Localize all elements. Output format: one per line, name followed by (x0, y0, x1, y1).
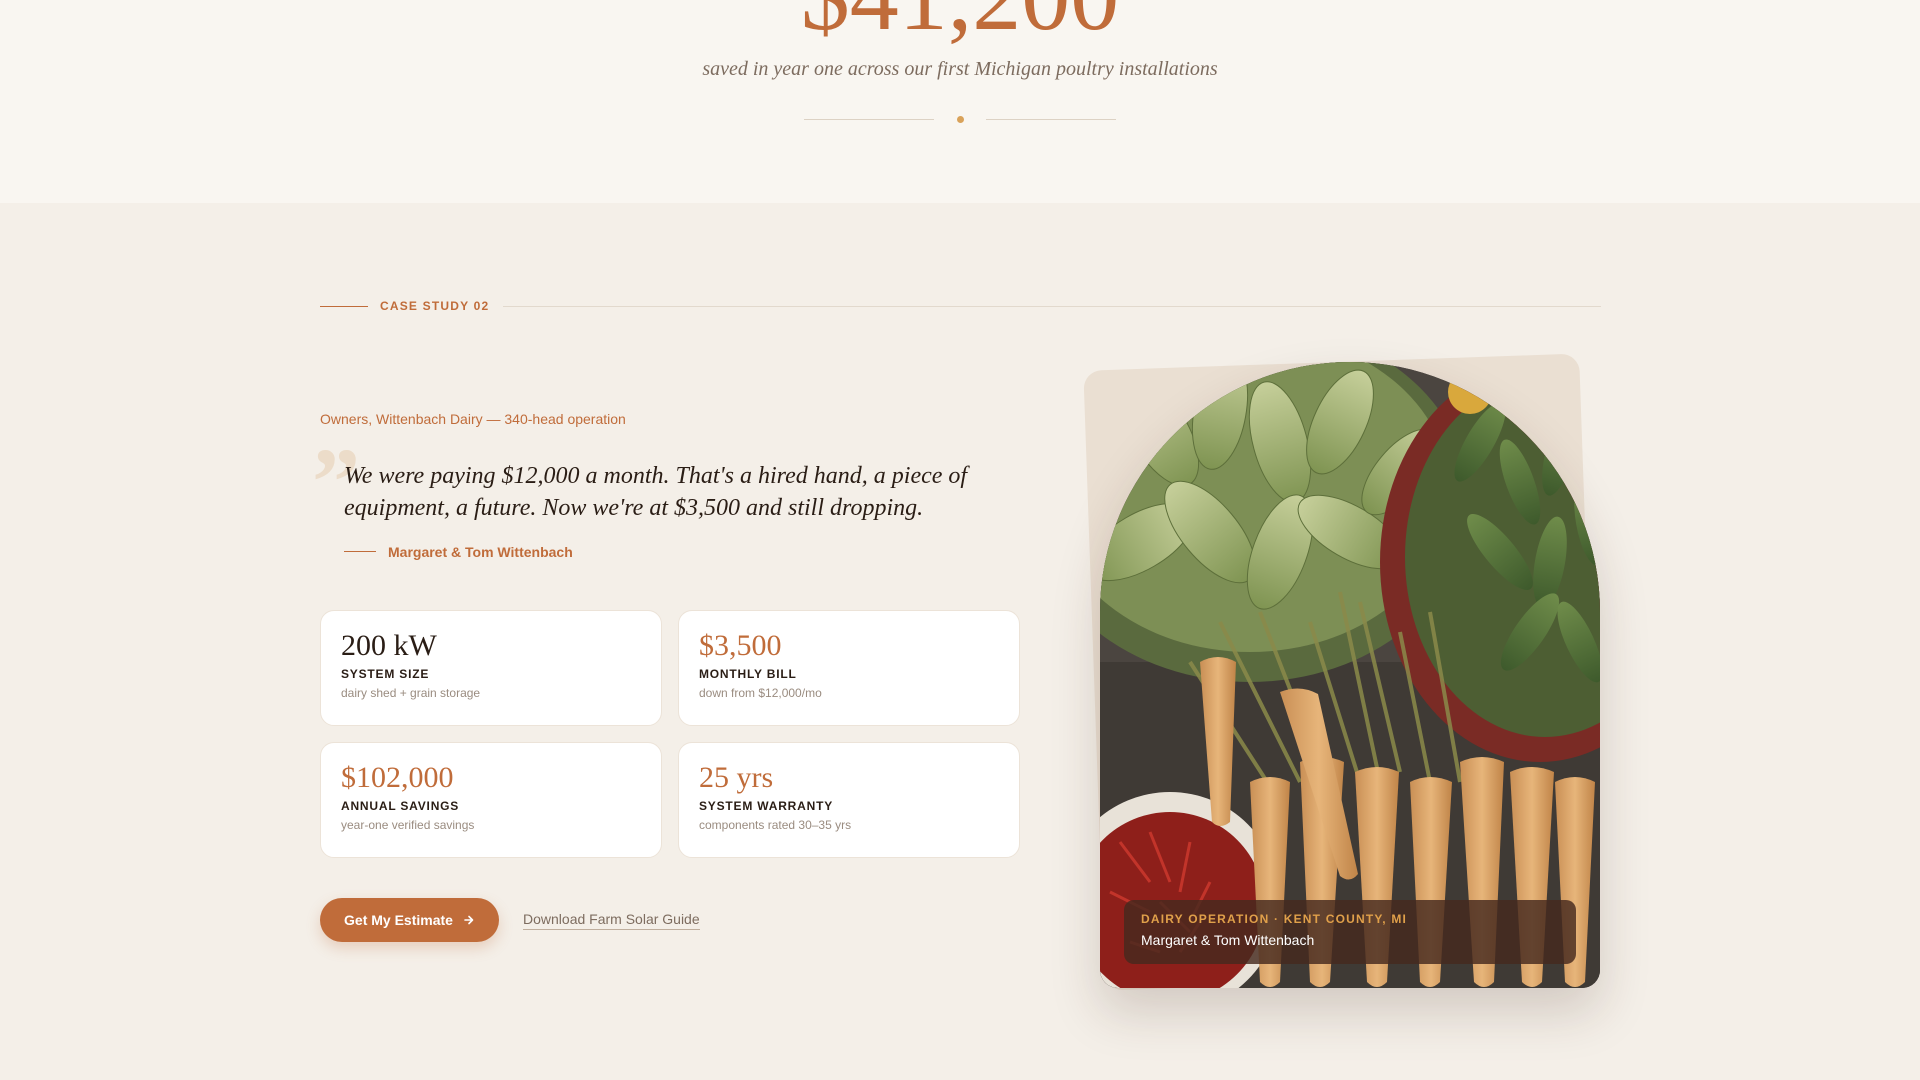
stat-card-annual-savings: $102,000 ANNUAL SAVINGS year-one verifie… (320, 742, 662, 858)
hero-savings-figure: $41,200 (0, 0, 1920, 46)
stat-sub: down from $12,000/mo (699, 686, 822, 700)
get-estimate-label: Get My Estimate (344, 912, 453, 928)
hero-divider-right (986, 119, 1116, 120)
hero-caption: saved in year one across our first Michi… (702, 58, 1218, 80)
stat-value: $102,000 (341, 761, 454, 794)
farm-produce-photo (1100, 362, 1600, 988)
stat-label: SYSTEM SIZE (341, 667, 430, 681)
get-estimate-button[interactable]: Get My Estimate (320, 898, 499, 942)
photo-caption-kicker: DAIRY OPERATION · KENT COUNTY, MI (1141, 912, 1408, 926)
stat-card-monthly-bill: $3,500 MONTHLY BILL down from $12,000/mo (678, 610, 1020, 726)
section-divider (503, 306, 1601, 307)
stat-label: MONTHLY BILL (699, 667, 797, 681)
stat-value: 25 yrs (699, 761, 774, 794)
testimonial-quote: We were paying $12,000 a month. That's a… (344, 463, 968, 521)
photo-caption: DAIRY OPERATION · KENT COUNTY, MI Margar… (1124, 900, 1576, 964)
testimonial-attribution: Margaret & Tom Wittenbach (388, 544, 573, 560)
stat-card-system-warranty: 25 yrs SYSTEM WARRANTY components rated … (678, 742, 1020, 858)
stat-sub: year-one verified savings (341, 818, 475, 832)
stat-sub: components rated 30–35 yrs (699, 818, 852, 832)
stat-sub: dairy shed + grain storage (341, 686, 481, 700)
hero-divider-left (804, 119, 934, 120)
owner-line: Owners, Wittenbach Dairy — 340-head oper… (320, 411, 626, 427)
arrow-right-icon (464, 915, 474, 925)
stat-value: 200 kW (341, 629, 437, 662)
hero-divider-dot (957, 116, 964, 123)
photo-caption-name: Margaret & Tom Wittenbach (1141, 932, 1315, 948)
download-guide-link[interactable]: Download Farm Solar Guide (523, 911, 700, 930)
section-label-rule (320, 306, 368, 307)
section-label: CASE STUDY 02 (380, 299, 490, 313)
attribution-rule (344, 551, 376, 552)
stat-card-system-size: 200 kW SYSTEM SIZE dairy shed + grain st… (320, 610, 662, 726)
produce-illustration (1100, 362, 1600, 988)
stat-label: SYSTEM WARRANTY (699, 799, 834, 813)
stat-value: $3,500 (699, 629, 782, 662)
stat-label: ANNUAL SAVINGS (341, 799, 460, 813)
